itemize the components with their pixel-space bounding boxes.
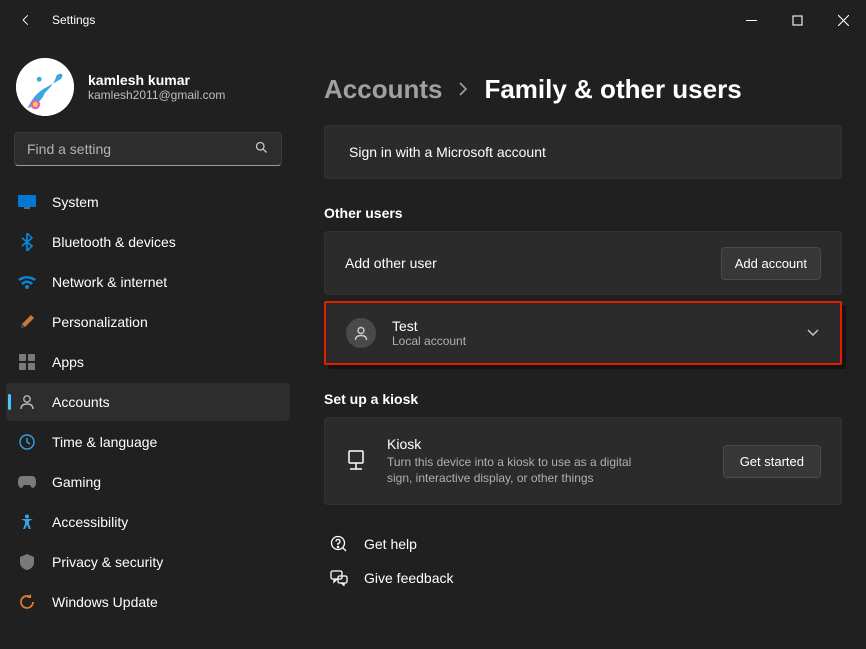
nav-item-system[interactable]: System (6, 183, 290, 221)
personalization-icon (18, 313, 36, 331)
give-feedback-link[interactable]: Give feedback (330, 569, 836, 587)
nav-item-accessibility[interactable]: Accessibility (6, 503, 290, 541)
search-input[interactable] (27, 141, 254, 157)
nav-item-bluetooth[interactable]: Bluetooth & devices (6, 223, 290, 261)
search-box[interactable] (14, 132, 282, 166)
person-icon (346, 318, 376, 348)
nav-label: Windows Update (52, 594, 158, 610)
section-title-other-users: Other users (324, 205, 842, 221)
nav-label: Privacy & security (52, 554, 163, 570)
nav-label: Bluetooth & devices (52, 234, 176, 250)
kiosk-card: Kiosk Turn this device into a kiosk to u… (324, 417, 842, 505)
avatar (16, 58, 74, 116)
privacy-icon (18, 553, 36, 571)
search-icon (254, 140, 269, 158)
chevron-right-icon (458, 77, 468, 103)
main-content: Accounts Family & other users Sign in wi… (300, 40, 866, 649)
bluetooth-icon (18, 233, 36, 251)
section-title-kiosk: Set up a kiosk (324, 391, 842, 407)
nav-item-time[interactable]: Time & language (6, 423, 290, 461)
nav-item-apps[interactable]: Apps (6, 343, 290, 381)
add-account-button[interactable]: Add account (721, 247, 821, 280)
time-icon (18, 433, 36, 451)
signin-label: Sign in with a Microsoft account (349, 144, 546, 160)
gaming-icon (18, 473, 36, 491)
nav-item-personalization[interactable]: Personalization (6, 303, 290, 341)
nav-label: Gaming (52, 474, 101, 490)
accessibility-icon (18, 513, 36, 531)
minimize-button[interactable] (728, 4, 774, 36)
system-icon (18, 193, 36, 211)
network-icon (18, 273, 36, 291)
breadcrumb-current: Family & other users (484, 74, 741, 105)
profile-block[interactable]: kamlesh kumar kamlesh2011@gmail.com (6, 50, 290, 132)
add-other-user-label: Add other user (345, 255, 437, 271)
window-title: Settings (52, 13, 95, 27)
user-row-name: Test (392, 318, 466, 334)
nav-label: Network & internet (52, 274, 167, 290)
nav-label: Apps (52, 354, 84, 370)
nav-item-privacy[interactable]: Privacy & security (6, 543, 290, 581)
nav-item-update[interactable]: Windows Update (6, 583, 290, 621)
maximize-button[interactable] (774, 4, 820, 36)
nav-label: System (52, 194, 99, 210)
feedback-icon (330, 569, 348, 587)
other-user-row-test[interactable]: Test Local account (324, 301, 842, 365)
get-help-link[interactable]: Get help (330, 535, 836, 553)
titlebar: Settings (0, 0, 866, 40)
nav-label: Time & language (52, 434, 157, 450)
nav-label: Accessibility (52, 514, 128, 530)
help-icon (330, 535, 348, 553)
chevron-down-icon (806, 325, 820, 341)
breadcrumb: Accounts Family & other users (324, 74, 842, 105)
kiosk-desc: Turn this device into a kiosk to use as … (387, 454, 652, 486)
add-other-user-card: Add other user Add account (324, 231, 842, 295)
footer-links: Get help Give feedback (324, 511, 842, 611)
user-row-type: Local account (392, 334, 466, 348)
kiosk-title: Kiosk (387, 436, 703, 452)
help-label: Get help (364, 536, 417, 552)
breadcrumb-parent[interactable]: Accounts (324, 74, 442, 105)
profile-email: kamlesh2011@gmail.com (88, 88, 225, 102)
nav-label: Accounts (52, 394, 110, 410)
apps-icon (18, 353, 36, 371)
nav-item-gaming[interactable]: Gaming (6, 463, 290, 501)
accounts-icon (18, 393, 36, 411)
back-button[interactable] (18, 12, 34, 28)
nav-item-accounts[interactable]: Accounts (6, 383, 290, 421)
close-button[interactable] (820, 4, 866, 36)
nav-label: Personalization (52, 314, 148, 330)
sidebar: kamlesh kumar kamlesh2011@gmail.com Syst… (0, 40, 300, 649)
signin-card[interactable]: Sign in with a Microsoft account (324, 125, 842, 179)
nav-item-network[interactable]: Network & internet (6, 263, 290, 301)
feedback-label: Give feedback (364, 570, 454, 586)
update-icon (18, 593, 36, 611)
kiosk-icon (345, 450, 367, 472)
nav-list: System Bluetooth & devices Network & int… (6, 178, 290, 626)
get-started-button[interactable]: Get started (723, 445, 821, 478)
profile-name: kamlesh kumar (88, 72, 225, 88)
